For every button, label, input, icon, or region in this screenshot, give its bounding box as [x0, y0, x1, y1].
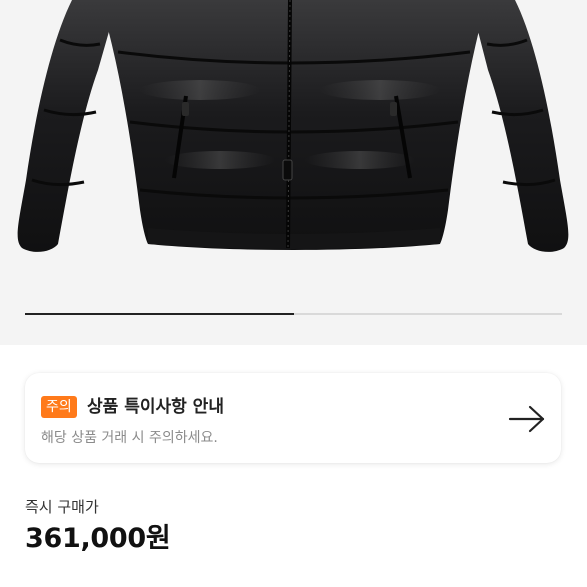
notice-subtitle: 해당 상품 거래 시 주의하세요. [41, 430, 218, 446]
instant-buy-price-value: 361,000원 [25, 523, 171, 554]
arrow-right-icon[interactable] [508, 405, 546, 433]
product-image-area[interactable] [0, 0, 587, 345]
caution-badge: 주의 [41, 396, 77, 418]
product-notice-card[interactable]: 주의 상품 특이사항 안내 해당 상품 거래 시 주의하세요. [25, 373, 561, 463]
product-image [17, 0, 569, 252]
gallery-progress-fill [25, 313, 294, 315]
instant-buy-price-label: 즉시 구매가 [25, 498, 99, 516]
gallery-progress-track [25, 313, 562, 315]
notice-title: 상품 특이사항 안내 [87, 397, 224, 417]
